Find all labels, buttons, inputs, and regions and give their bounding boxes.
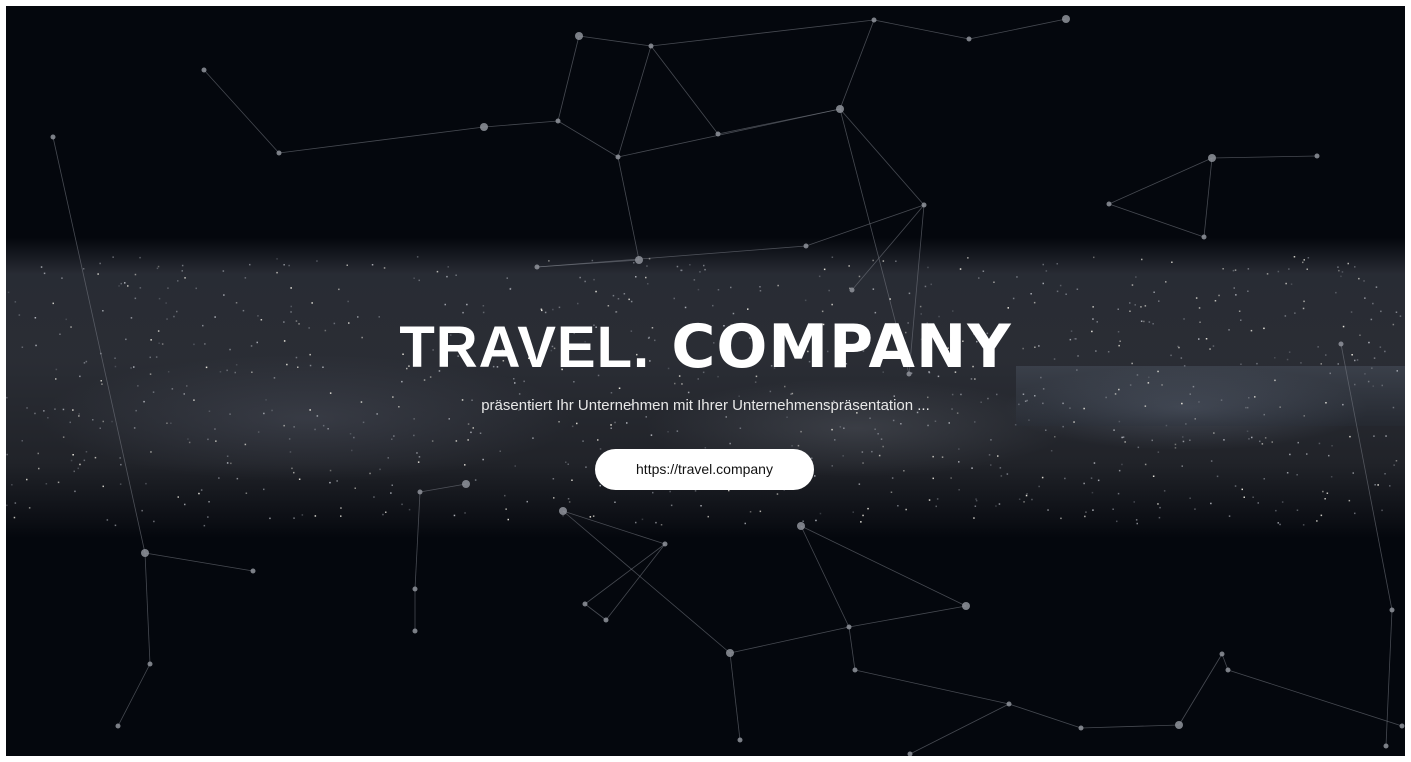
- network-node: [803, 243, 809, 249]
- network-line: [800, 525, 850, 628]
- network-node: [1399, 723, 1405, 729]
- network-node: [1201, 234, 1207, 240]
- network-node: [1389, 607, 1395, 613]
- network-node: [603, 617, 609, 623]
- title-company: COMPANY: [671, 312, 1012, 382]
- network-node: [575, 32, 583, 40]
- network-node: [201, 67, 207, 73]
- network-node: [921, 202, 927, 208]
- network-node: [1314, 153, 1320, 159]
- network-node: [555, 118, 561, 124]
- network-node: [966, 36, 972, 42]
- network-line: [1227, 669, 1403, 727]
- network-line: [650, 45, 719, 135]
- network-node: [1175, 721, 1183, 729]
- network-node: [849, 287, 855, 293]
- network-node: [276, 150, 282, 156]
- network-line: [968, 18, 1067, 40]
- network-line: [419, 483, 467, 493]
- network-node: [462, 480, 470, 488]
- network-line: [557, 35, 580, 122]
- network-line: [617, 45, 652, 158]
- network-line: [1178, 653, 1223, 726]
- network-node: [534, 264, 540, 270]
- network-node: [147, 661, 153, 667]
- network-line: [1340, 343, 1393, 611]
- network-node: [836, 105, 844, 113]
- network-node: [1062, 15, 1070, 23]
- network-node: [1106, 201, 1112, 207]
- network-line: [1211, 155, 1318, 159]
- page-title: TRAVEL. COMPANY: [6, 312, 1405, 382]
- network-line: [144, 552, 254, 572]
- network-node: [417, 489, 423, 495]
- network-line: [617, 156, 640, 261]
- network-line: [873, 19, 970, 40]
- network-line: [483, 120, 559, 128]
- network-line: [1108, 157, 1213, 205]
- network-line: [584, 603, 607, 621]
- network-line: [729, 652, 741, 741]
- hero-slide: TRAVEL. COMPANY präsentiert Ihr Unterneh…: [6, 6, 1405, 756]
- network-line: [650, 19, 875, 47]
- network-node: [1219, 651, 1225, 657]
- network-line: [848, 605, 967, 628]
- network-node: [115, 723, 121, 729]
- network-line: [1385, 609, 1393, 747]
- network-node: [412, 628, 418, 634]
- network-line: [1008, 703, 1082, 729]
- website-link-button[interactable]: https://travel.company: [595, 449, 814, 490]
- network-node: [480, 123, 488, 131]
- network-line: [144, 552, 151, 665]
- network-node: [1006, 701, 1012, 707]
- network-node: [852, 667, 858, 673]
- network-node: [635, 256, 643, 264]
- network-line: [203, 69, 280, 154]
- network-node: [412, 586, 418, 592]
- network-node: [1383, 743, 1389, 749]
- network-node: [559, 507, 567, 515]
- network-node: [726, 649, 734, 657]
- network-node: [662, 541, 668, 547]
- network-node: [582, 601, 588, 607]
- network-line: [854, 669, 1010, 705]
- network-node: [846, 624, 852, 630]
- network-line: [800, 525, 967, 607]
- network-line: [562, 510, 666, 545]
- network-line: [562, 510, 731, 654]
- network-node: [50, 134, 56, 140]
- network-line: [578, 35, 652, 47]
- network-node: [715, 131, 721, 137]
- network-line: [1203, 157, 1213, 238]
- network-line: [848, 626, 856, 671]
- network-node: [907, 751, 913, 756]
- network-line: [1108, 203, 1205, 238]
- network-node: [141, 549, 149, 557]
- network-line: [117, 663, 151, 727]
- title-travel: TRAVEL.: [399, 315, 651, 380]
- network-node: [962, 602, 970, 610]
- network-line: [278, 126, 485, 154]
- network-line: [729, 626, 850, 654]
- network-node: [871, 17, 877, 23]
- network-line: [1221, 653, 1229, 671]
- network-line: [557, 120, 619, 158]
- page-subtitle: präsentiert Ihr Unternehmen mit Ihrer Un…: [481, 397, 930, 414]
- network-line: [839, 19, 875, 110]
- network-node: [797, 522, 805, 530]
- network-node: [1225, 667, 1231, 673]
- network-node: [737, 737, 743, 743]
- network-node: [1208, 154, 1216, 162]
- network-node: [250, 568, 256, 574]
- network-node: [648, 43, 654, 49]
- network-line: [617, 108, 841, 158]
- network-line: [909, 703, 1010, 755]
- network-line: [536, 245, 807, 268]
- network-node: [1078, 725, 1084, 731]
- network-line: [414, 491, 421, 590]
- network-line: [1080, 724, 1180, 729]
- network-node: [615, 154, 621, 160]
